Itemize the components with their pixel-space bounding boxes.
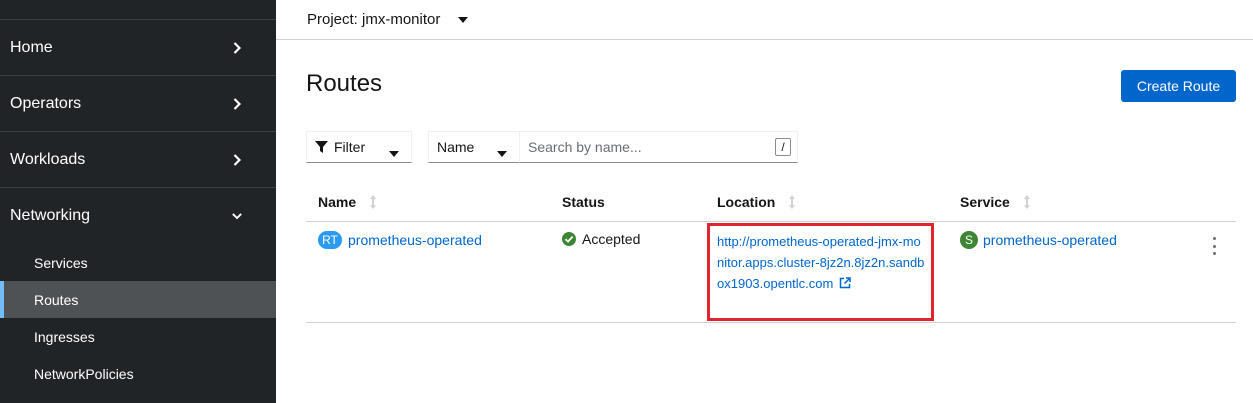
- sidebar-item-label: Home: [10, 38, 53, 56]
- table-row-service-cell: S prometheus-operated: [960, 231, 1117, 249]
- caret-down-icon: [497, 144, 507, 160]
- sort-icon: [370, 195, 377, 209]
- search-field-label: Name: [437, 139, 475, 155]
- route-name-link[interactable]: prometheus-operated: [348, 232, 482, 248]
- filter-dropdown[interactable]: Filter: [306, 131, 412, 163]
- route-location-link[interactable]: http://prometheus-operated-jmx-monitor.a…: [717, 234, 924, 291]
- chevron-down-icon: [232, 209, 242, 223]
- sort-icon: [1023, 195, 1030, 209]
- column-header-label: Status: [562, 194, 605, 210]
- column-header-service[interactable]: Service: [960, 194, 1030, 210]
- sidebar-item-networking[interactable]: Networking: [0, 188, 276, 244]
- project-label: Project: jmx-monitor: [307, 11, 441, 28]
- column-header-label: Service: [960, 194, 1010, 210]
- column-header-name[interactable]: Name: [318, 194, 377, 210]
- table-header-divider: [306, 221, 1236, 222]
- chevron-right-icon: [232, 153, 242, 167]
- sidebar-item-label: Ingresses: [34, 328, 95, 345]
- filter-icon: [315, 140, 328, 154]
- sidebar-item-label: Operators: [10, 94, 82, 112]
- column-header-label: Name: [318, 194, 357, 210]
- sidebar-item-routes[interactable]: Routes: [0, 281, 276, 318]
- sidebar-item-label: Workloads: [10, 150, 86, 168]
- project-selector[interactable]: Project: jmx-monitor: [276, 0, 1253, 40]
- table-row-location-cell: http://prometheus-operated-jmx-monitor.a…: [717, 231, 925, 294]
- sidebar: Home Operators Workloads Networking Serv…: [0, 0, 276, 403]
- table-row-divider: [306, 322, 1236, 323]
- column-header-location[interactable]: Location: [717, 194, 796, 210]
- external-link-icon[interactable]: [839, 277, 851, 289]
- search-box: /: [519, 131, 798, 163]
- status-text: Accepted: [582, 231, 641, 247]
- column-header-label: Location: [717, 194, 776, 210]
- keyboard-shortcut-hint: /: [775, 138, 791, 156]
- chevron-right-icon: [232, 41, 242, 55]
- sidebar-item-operators[interactable]: Operators: [0, 76, 276, 132]
- search-field-select[interactable]: Name: [428, 131, 520, 163]
- sidebar-item-services[interactable]: Services: [0, 244, 276, 281]
- table-row-name-cell: RT prometheus-operated: [318, 231, 482, 249]
- sidebar-item-label: Networking: [10, 207, 91, 224]
- kebab-menu-icon[interactable]: [1208, 237, 1220, 255]
- page-title: Routes: [306, 70, 383, 97]
- sidebar-item-label: Services: [34, 254, 88, 271]
- sort-icon: [789, 195, 796, 209]
- service-badge: S: [960, 231, 978, 249]
- service-link[interactable]: prometheus-operated: [983, 232, 1117, 248]
- create-route-button[interactable]: Create Route: [1121, 70, 1236, 102]
- chevron-right-icon: [232, 97, 242, 111]
- sidebar-item-home[interactable]: Home: [0, 20, 276, 76]
- table-row-status-cell: Accepted: [562, 231, 640, 247]
- sidebar-item-workloads[interactable]: Workloads: [0, 132, 276, 188]
- check-circle-icon: [562, 232, 576, 246]
- route-badge: RT: [318, 231, 342, 249]
- column-header-status: Status: [562, 194, 605, 210]
- sidebar-item-ingresses[interactable]: Ingresses: [0, 318, 276, 355]
- caret-down-icon: [389, 144, 399, 160]
- caret-down-icon: [458, 16, 469, 23]
- filter-label: Filter: [334, 139, 366, 155]
- sidebar-item-networkpolicies[interactable]: NetworkPolicies: [0, 355, 276, 392]
- search-input[interactable]: [520, 132, 797, 162]
- sidebar-item-label: Routes: [34, 291, 79, 308]
- sidebar-item-label: NetworkPolicies: [34, 365, 134, 382]
